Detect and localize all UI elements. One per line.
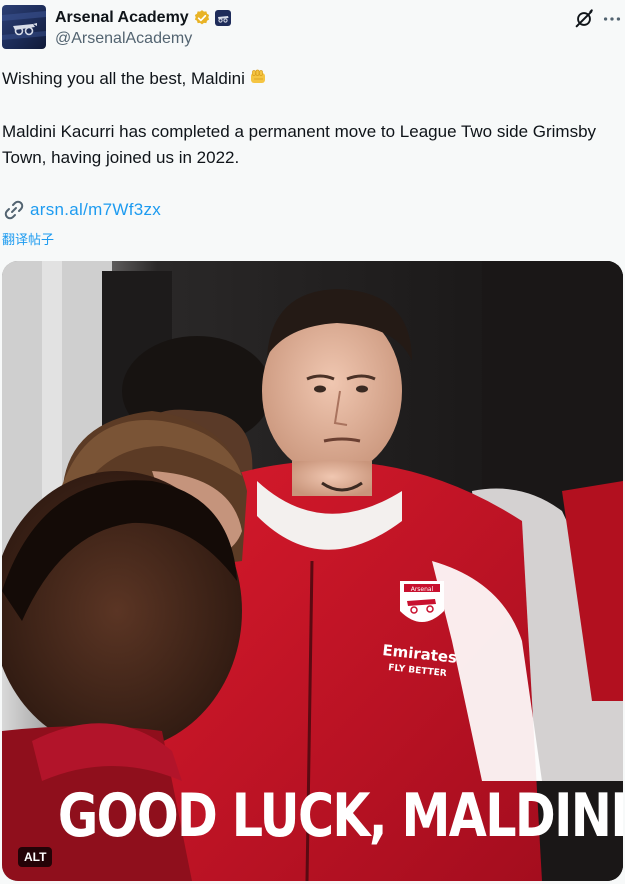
tweet-text-line1: Wishing you all the best, Maldini xyxy=(2,66,615,92)
arsenal-crest-icon: Arsenal xyxy=(400,581,444,622)
tweet-text-wish: Wishing you all the best, Maldini xyxy=(2,69,245,88)
crest-text: Arsenal xyxy=(411,586,434,593)
tweet-media-image[interactable]: Arsenal Emirates FLY BETTER GOOD LUCK, M… xyxy=(2,261,623,881)
arsenal-cannon-logo-icon xyxy=(2,11,46,40)
name-row: Arsenal Academy xyxy=(55,7,231,29)
tweet-header: Arsenal Academy @ArsenalAcademy xyxy=(0,2,625,50)
overlay-title: GOOD LUCK, MALDINI xyxy=(57,781,623,851)
avatar[interactable] xyxy=(2,5,46,49)
more-icon[interactable] xyxy=(601,8,623,30)
tweet-card: Arsenal Academy @ArsenalAcademy Wishing … xyxy=(0,0,625,884)
tweet-link[interactable]: arsn.al/m7Wf3zx xyxy=(30,200,161,220)
tweet-text-body: Maldini Kacurri has completed a permanen… xyxy=(2,122,597,167)
oncoming-fist-icon xyxy=(248,67,268,87)
display-name[interactable]: Arsenal Academy xyxy=(55,9,189,27)
grok-icon[interactable] xyxy=(573,8,595,30)
verified-badge-icon[interactable] xyxy=(193,9,211,27)
alt-text-badge[interactable]: ALT xyxy=(18,847,53,867)
link-chain-icon xyxy=(2,198,26,222)
tweet-link-row[interactable]: arsn.al/m7Wf3zx xyxy=(2,198,161,222)
translate-post-link[interactable]: 翻译帖子 xyxy=(2,229,54,248)
account-handle[interactable]: @ArsenalAcademy xyxy=(55,30,192,48)
arsenal-crest-icon[interactable] xyxy=(214,10,231,26)
